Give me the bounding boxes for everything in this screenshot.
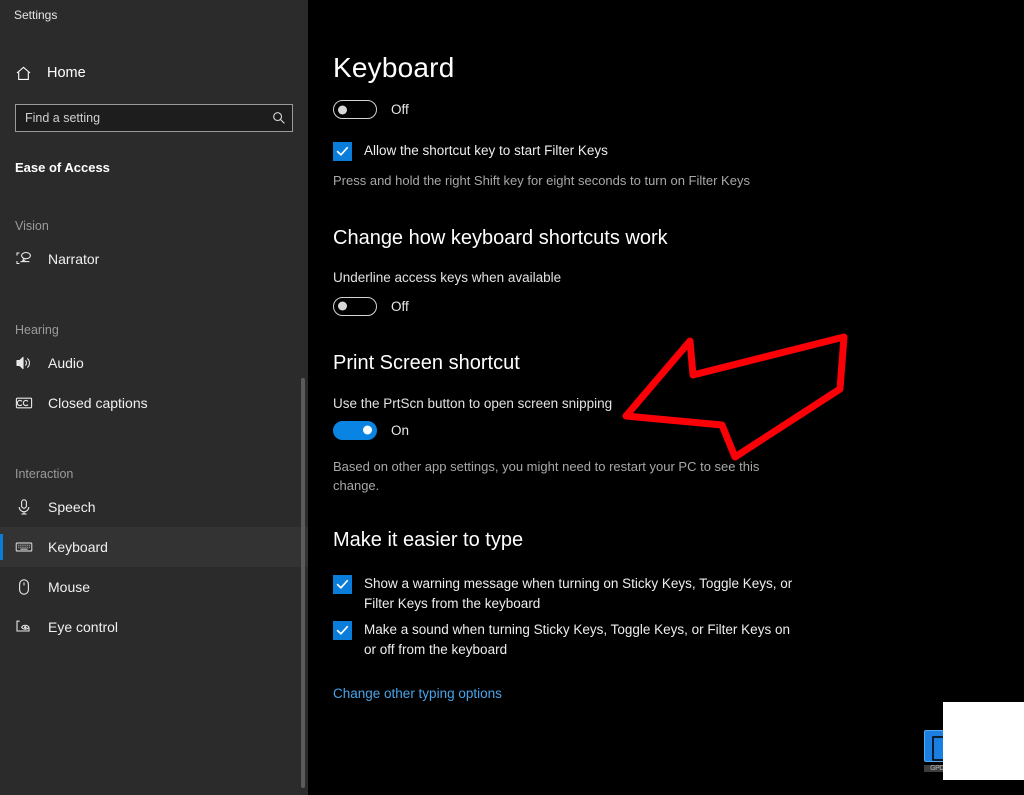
print-screen-section-heading: Print Screen shortcut xyxy=(333,351,520,374)
prtscn-note: Based on other app settings, you might n… xyxy=(333,458,760,493)
allow-shortcut-checkbox-label: Allow the shortcut key to start Filter K… xyxy=(364,143,608,158)
allow-shortcut-checkbox-row: Allow the shortcut key to start Filter K… xyxy=(333,141,1024,161)
filter-keys-toggle[interactable] xyxy=(333,100,377,119)
underline-access-keys-toggle-row: Off xyxy=(333,296,1024,316)
home-icon xyxy=(15,65,43,82)
sticky-keys-warning-checkbox[interactable] xyxy=(333,574,352,594)
sidebar-category-title: Ease of Access xyxy=(15,160,110,175)
page-title: Keyboard xyxy=(333,52,455,83)
window-titlebar: Settings xyxy=(0,0,308,30)
easier-to-type-heading: Make it easier to type xyxy=(333,528,524,551)
search-box[interactable] xyxy=(15,104,293,132)
sticky-keys-sound-checkbox-row: Make a sound when turning Sticky Keys, T… xyxy=(333,620,1024,660)
underline-access-keys-toggle[interactable] xyxy=(333,296,377,316)
search-icon xyxy=(272,111,286,125)
prtscn-toggle-state: On xyxy=(391,422,410,438)
mouse-icon xyxy=(15,578,43,596)
sidebar-group-label-interaction: Interaction xyxy=(15,467,74,481)
sidebar-home-label: Home xyxy=(47,65,86,81)
shortcuts-section-heading: Change how keyboard shortcuts work xyxy=(333,226,668,249)
search-input[interactable] xyxy=(25,111,272,125)
sidebar-item-mouse[interactable]: Mouse xyxy=(0,567,308,607)
filter-keys-description: Press and hold the right Shift key for e… xyxy=(333,173,750,188)
sidebar-item-keyboard[interactable]: Keyboard xyxy=(0,527,308,567)
sidebar-item-label: Speech xyxy=(48,499,96,515)
white-overlay-box xyxy=(943,702,1024,780)
sidebar-item-label: Eye control xyxy=(48,619,119,635)
prtscn-toggle[interactable] xyxy=(333,420,377,440)
change-typing-options-link[interactable]: Change other typing options xyxy=(333,686,502,701)
sidebar-item-home[interactable]: Home xyxy=(0,56,308,90)
narrator-icon xyxy=(15,250,43,268)
underline-access-keys-label: Underline access keys when available xyxy=(333,269,562,285)
sticky-keys-warning-label: Show a warning message when turning on S… xyxy=(364,575,793,611)
sidebar-item-narrator[interactable]: Narrator xyxy=(0,239,308,279)
sidebar-item-label: Audio xyxy=(48,355,84,371)
sidebar-item-label: Keyboard xyxy=(48,539,108,555)
sticky-keys-sound-label: Make a sound when turning Sticky Keys, T… xyxy=(364,622,790,658)
audio-speaker-icon xyxy=(15,354,43,372)
sidebar-item-audio[interactable]: Audio xyxy=(0,343,308,383)
allow-shortcut-checkbox[interactable] xyxy=(333,142,352,161)
eye-control-icon xyxy=(15,618,43,636)
window-title: Settings xyxy=(14,8,58,22)
sidebar-item-speech[interactable]: Speech xyxy=(0,487,308,527)
sidebar-item-label: Closed captions xyxy=(48,395,148,411)
sticky-keys-sound-checkbox[interactable] xyxy=(333,621,352,641)
sidebar-scrollbar-thumb[interactable] xyxy=(301,378,305,788)
filter-keys-toggle-row: Off xyxy=(333,100,1024,119)
sticky-keys-warning-checkbox-row: Show a warning message when turning on S… xyxy=(333,574,1024,614)
main-content: Keyboard Off Allow the shortcut key to s… xyxy=(308,0,1024,795)
keyboard-icon xyxy=(15,538,43,556)
filter-keys-toggle-state: Off xyxy=(391,102,409,117)
settings-sidebar: Settings Home Ease of Access Vision xyxy=(0,0,308,795)
underline-access-keys-toggle-state: Off xyxy=(391,298,409,314)
closed-captions-icon xyxy=(15,394,43,412)
sidebar-group-label-hearing: Hearing xyxy=(15,323,59,337)
sidebar-item-label: Mouse xyxy=(48,579,91,595)
microphone-icon xyxy=(15,498,43,516)
sidebar-item-closed-captions[interactable]: Closed captions xyxy=(0,383,308,423)
sidebar-item-eye-control[interactable]: Eye control xyxy=(0,607,308,647)
sidebar-scrollbar[interactable] xyxy=(300,0,306,795)
sidebar-item-label: Narrator xyxy=(48,251,100,267)
sidebar-group-label-vision: Vision xyxy=(15,219,49,233)
prtscn-setting-label: Use the PrtScn button to open screen sni… xyxy=(333,395,613,411)
prtscn-toggle-row: On xyxy=(333,420,1024,440)
